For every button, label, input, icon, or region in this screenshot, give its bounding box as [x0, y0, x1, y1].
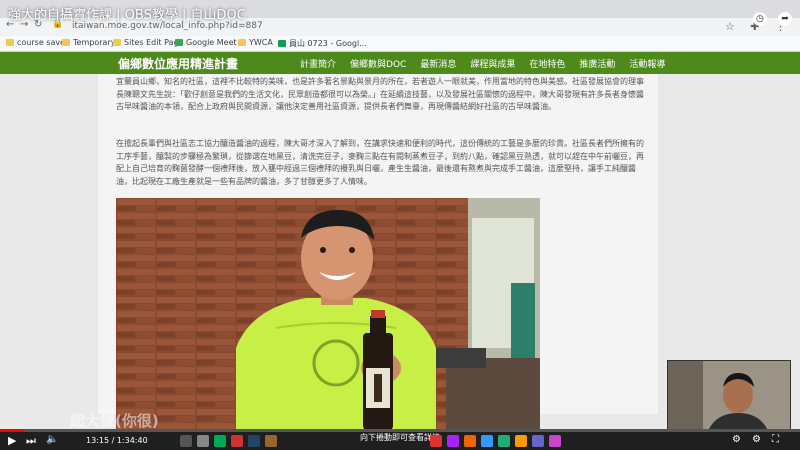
taskbar-app-icon[interactable] — [180, 435, 192, 447]
webcam-presenter — [668, 361, 790, 431]
channel-watermark: 超大課(你很) — [70, 412, 159, 430]
play-icon[interactable]: ▶ — [8, 434, 16, 447]
sheet-icon — [278, 40, 286, 47]
nav-item[interactable]: 在地特色 — [529, 57, 565, 70]
video-title: 強大的自攝實作課 | OBS教學 | 自山DOC — [8, 8, 246, 23]
taskbar-app-icon[interactable] — [481, 435, 493, 447]
taskbar-app-icon[interactable] — [248, 435, 260, 447]
taskbar-app-icon[interactable] — [430, 435, 442, 447]
taskbar-app-icon[interactable] — [464, 435, 476, 447]
site-nav-bar: 偏鄉數位應用精進計畫 計畫簡介 偏鄉數與DOC 最新消息 課程與成果 在地特色 … — [0, 52, 800, 74]
nav-item[interactable]: 計畫簡介 — [300, 57, 336, 70]
nav-item[interactable]: 推廣活動 — [579, 57, 615, 70]
screen: ← → ↻ 🔒 itaiwan.moe.gov.tw/local_info.ph… — [0, 0, 800, 450]
scroll-hint: 向下捲動即可查看詳情 — [360, 433, 440, 442]
folder-icon — [113, 39, 121, 46]
share-icon[interactable]: ➦ — [778, 12, 792, 26]
taskbar-app-icon[interactable] — [214, 435, 226, 447]
nav-item[interactable]: 課程與成果 — [470, 57, 515, 70]
settings-icon[interactable]: ⚙ — [752, 434, 761, 445]
nav-item[interactable]: 活動報導 — [629, 57, 665, 70]
bookmark-item[interactable]: course save — [6, 38, 65, 47]
bookmark-item[interactable]: YWCA — [238, 38, 273, 47]
site-logo[interactable]: 偏鄉數位應用精進計畫 — [118, 55, 238, 72]
volume-icon[interactable]: 🔈 — [46, 434, 58, 445]
taskbar-app-icon[interactable] — [515, 435, 527, 447]
bookmark-item[interactable]: 員山 0723 - Googl... — [278, 38, 367, 49]
taskbar-app-icon[interactable] — [532, 435, 544, 447]
article-paragraph: 在擔起長輩們與社區志工協力釀造醬油的過程，陳大哥才深入了解到，在講求快速和便利的… — [116, 139, 644, 186]
taskbar-app-icon[interactable] — [197, 435, 209, 447]
taskbar-app-icon[interactable] — [549, 435, 561, 447]
taskbar-app-icon[interactable] — [231, 435, 243, 447]
taskbar-app-icon[interactable] — [265, 435, 277, 447]
bookmark-item[interactable]: Temporary — [62, 38, 115, 47]
taskbar-app-icon[interactable] — [447, 435, 459, 447]
captions-icon[interactable]: ⚙ — [732, 434, 741, 445]
taskbar-app-icon[interactable] — [498, 435, 510, 447]
site-nav-menu: 計畫簡介 偏鄉數與DOC 最新消息 課程與成果 在地特色 推廣活動 活動報導 — [300, 57, 665, 70]
video-top-controls: ◷ ➦ — [747, 6, 792, 26]
folder-icon — [238, 39, 246, 46]
bookmark-item[interactable]: Google Meet — [175, 38, 237, 47]
folder-icon — [62, 39, 70, 46]
article-paragraph: 宜蘭員山鄉，知名的社區，這裡不比較特的美味，也是許多著名景點與景月的所在，若者遊… — [116, 77, 644, 111]
nav-item[interactable]: 最新消息 — [420, 57, 456, 70]
fullscreen-icon[interactable]: ⛶ — [772, 434, 779, 445]
bookmark-item[interactable]: Sites Edit Page — [113, 38, 183, 47]
watch-later-icon[interactable]: ◷ — [752, 12, 767, 26]
video-time: 13:15 / 1:34:40 — [86, 436, 148, 445]
desktop-taskbar — [180, 435, 277, 447]
bookmarks-bar: course save Temporary Sites Edit Page Go… — [0, 36, 800, 52]
nav-item[interactable]: 偏鄉數與DOC — [350, 57, 406, 70]
folder-icon — [6, 39, 14, 46]
article-photo — [116, 198, 540, 430]
desktop-taskbar-right — [430, 435, 561, 447]
photo-man-holding-soy-sauce — [116, 198, 540, 430]
meet-icon — [175, 39, 183, 46]
webcam-overlay — [667, 360, 791, 432]
next-icon[interactable]: ⏭ — [26, 434, 36, 448]
player-controls: ▶ ⏭ 🔈 13:15 / 1:34:40 向下捲動即可查看詳情 ⚙ ⚙ ⛶ — [0, 432, 800, 450]
